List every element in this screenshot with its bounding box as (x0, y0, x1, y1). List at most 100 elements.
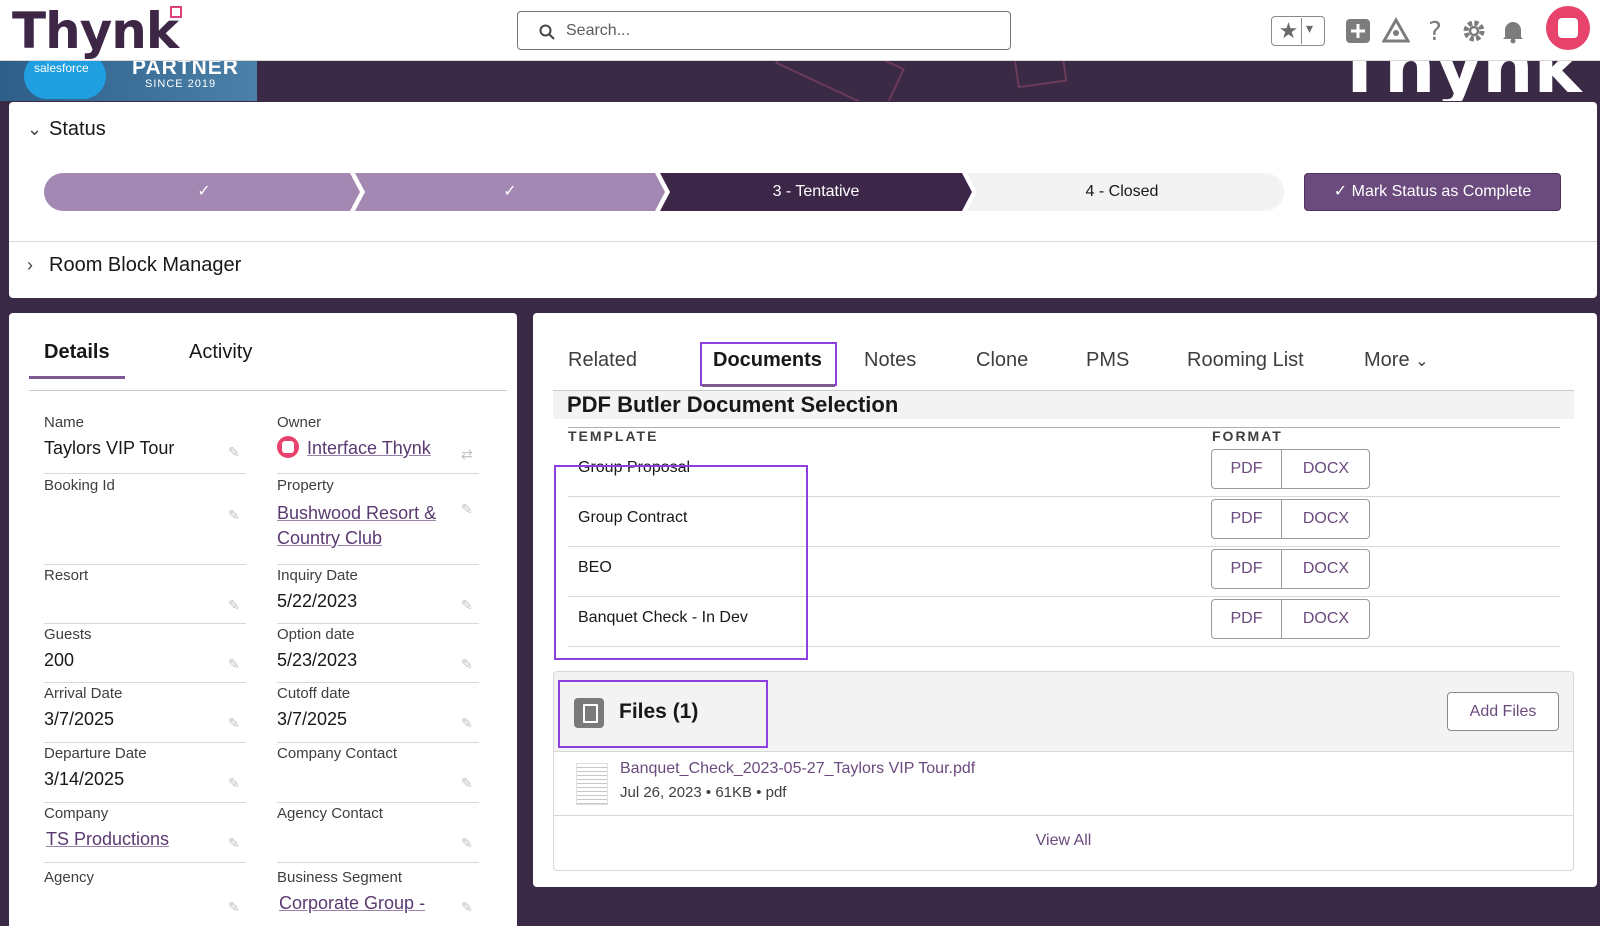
tab-pms[interactable]: PMS (1086, 349, 1129, 372)
details-panel: Details Activity Name Taylors VIP Tour ✎… (9, 313, 517, 926)
tab-clone[interactable]: Clone (976, 349, 1028, 372)
edit-pencil-icon[interactable]: ✎ (461, 835, 475, 851)
chevron-down-icon[interactable]: ▾ (1306, 20, 1313, 37)
edit-pencil-icon[interactable]: ✎ (461, 899, 475, 915)
field-value: Taylors VIP Tour (44, 438, 175, 458)
field-owner: Owner Interface Thynk ⇄ (277, 414, 479, 474)
help-icon[interactable]: ? (1421, 17, 1449, 45)
format-button-group: PDF DOCX (1211, 449, 1370, 489)
gear-icon[interactable] (1460, 17, 1488, 45)
edit-pencil-icon[interactable]: ✎ (461, 501, 475, 517)
pdf-button[interactable]: PDF (1212, 500, 1282, 538)
separator-dot: • (756, 784, 766, 801)
field-cutoff-date: Cutoff date 3/7/2025 ✎ (277, 685, 479, 743)
edit-pencil-icon[interactable]: ✎ (461, 597, 475, 613)
edit-pencil-icon[interactable]: ✎ (228, 597, 242, 613)
docx-button[interactable]: DOCX (1282, 600, 1370, 638)
decorative-shape (775, 61, 905, 101)
docx-button[interactable]: DOCX (1282, 550, 1370, 588)
status-title: Status (49, 118, 106, 140)
company-link[interactable]: TS Productions (44, 829, 246, 850)
user-avatar[interactable] (1546, 6, 1590, 50)
docx-button[interactable]: DOCX (1282, 450, 1370, 488)
docx-button[interactable]: DOCX (1282, 500, 1370, 538)
field-arrival-date: Arrival Date 3/7/2025 ✎ (44, 685, 246, 743)
star-icon: ★ (1276, 18, 1302, 44)
field-label: Company (44, 805, 109, 822)
field-label: Booking Id (44, 477, 115, 494)
pdf-button[interactable]: PDF (1212, 600, 1282, 638)
stage-2-check-icon[interactable]: ✓ (480, 173, 540, 211)
trailhead-icon[interactable] (1382, 17, 1410, 45)
chevron-down-icon: ⌄ (27, 119, 43, 139)
edit-pencil-icon[interactable]: ✎ (461, 775, 475, 791)
edit-pencil-icon[interactable]: ✎ (228, 656, 242, 672)
tab-more-label: More (1364, 349, 1410, 371)
room-block-section-header[interactable]: › Room Block Manager (27, 254, 241, 277)
owner-avatar (277, 436, 299, 458)
business-segment-link[interactable]: Corporate Group - (277, 893, 479, 914)
favorites-button[interactable]: ★ ▾ (1271, 16, 1325, 46)
search-icon (539, 24, 555, 40)
field-label: Agency (44, 869, 95, 886)
separator-dot: • (705, 784, 716, 801)
tab-activity[interactable]: Activity (189, 341, 252, 376)
notifications-bell-icon[interactable] (1499, 17, 1527, 45)
edit-pencil-icon[interactable]: ✎ (228, 507, 242, 523)
status-path: ✓ ✓ 3 - Tentative 4 - Closed (44, 173, 1284, 211)
format-button-group: PDF DOCX (1211, 599, 1370, 639)
field-value: 5/23/2023 (277, 650, 358, 670)
app-logo[interactable]: Thynk (12, 2, 179, 60)
pdf-button[interactable]: PDF (1212, 550, 1282, 588)
field-label: Cutoff date (277, 685, 351, 702)
file-item: Banquet_Check_2023-05-27_Taylors VIP Tou… (554, 752, 1573, 816)
field-label: Inquiry Date (277, 567, 358, 584)
edit-pencil-icon[interactable]: ✎ (228, 835, 242, 851)
file-thumbnail[interactable] (576, 763, 608, 805)
details-tabs: Details Activity (29, 341, 507, 391)
property-link[interactable]: Bushwood Resort & Country Club (277, 501, 479, 551)
view-all-link[interactable]: View All (554, 832, 1573, 850)
stage-4-label[interactable]: 4 - Closed (977, 173, 1267, 211)
decorative-shape (1012, 61, 1068, 89)
tab-rooming-list[interactable]: Rooming List (1187, 349, 1304, 372)
property-line-2: Country Club (277, 528, 383, 548)
stage-3-label[interactable]: 3 - Tentative (670, 173, 962, 211)
search-input[interactable]: Search... (517, 11, 1011, 50)
edit-pencil-icon[interactable]: ✎ (461, 715, 475, 731)
status-section-header[interactable]: ⌄ Status (27, 118, 106, 141)
field-value: 3/14/2025 (44, 769, 125, 789)
salesforce-partner-badge: salesforce PARTNER SINCE 2019 (0, 61, 257, 101)
tab-details[interactable]: Details (29, 341, 125, 379)
edit-pencil-icon[interactable]: ✎ (228, 444, 242, 460)
stage-1-check-icon[interactable]: ✓ (174, 173, 234, 211)
field-label: Business Segment (277, 869, 403, 886)
file-name-link[interactable]: Banquet_Check_2023-05-27_Taylors VIP Tou… (620, 760, 975, 778)
salesforce-cloud-logo: salesforce (24, 61, 106, 99)
edit-pencil-icon[interactable]: ✎ (228, 775, 242, 791)
files-title[interactable]: Files (1) (619, 700, 698, 724)
field-value: 3/7/2025 (277, 709, 348, 729)
edit-pencil-icon[interactable]: ✎ (461, 656, 475, 672)
change-owner-icon[interactable]: ⇄ (461, 446, 475, 462)
check-icon: ✓ (1333, 183, 1352, 200)
pdf-button[interactable]: PDF (1212, 450, 1282, 488)
add-files-button[interactable]: Add Files (1447, 692, 1559, 731)
tab-more[interactable]: More ⌄ (1364, 349, 1429, 372)
add-icon[interactable] (1344, 17, 1372, 45)
col-template: TEMPLATE (568, 428, 659, 444)
field-guests: Guests 200 ✎ (44, 626, 246, 683)
field-company-contact: Company Contact ✎ (277, 745, 479, 803)
field-inquiry-date: Inquiry Date 5/22/2023 ✎ (277, 567, 479, 624)
tab-notes[interactable]: Notes (864, 349, 916, 372)
tab-related[interactable]: Related (568, 349, 637, 372)
mark-status-complete-button[interactable]: ✓ Mark Status as Complete (1304, 173, 1561, 211)
field-label: Arrival Date (44, 685, 123, 702)
chevron-down-icon: ⌄ (1415, 353, 1429, 370)
tab-documents[interactable]: Documents (713, 349, 822, 372)
field-label: Agency Contact (277, 805, 383, 822)
owner-link[interactable]: Interface Thynk (307, 438, 431, 458)
edit-pencil-icon[interactable]: ✎ (228, 715, 242, 731)
table-header-rule (568, 427, 1560, 428)
edit-pencil-icon[interactable]: ✎ (228, 899, 242, 915)
